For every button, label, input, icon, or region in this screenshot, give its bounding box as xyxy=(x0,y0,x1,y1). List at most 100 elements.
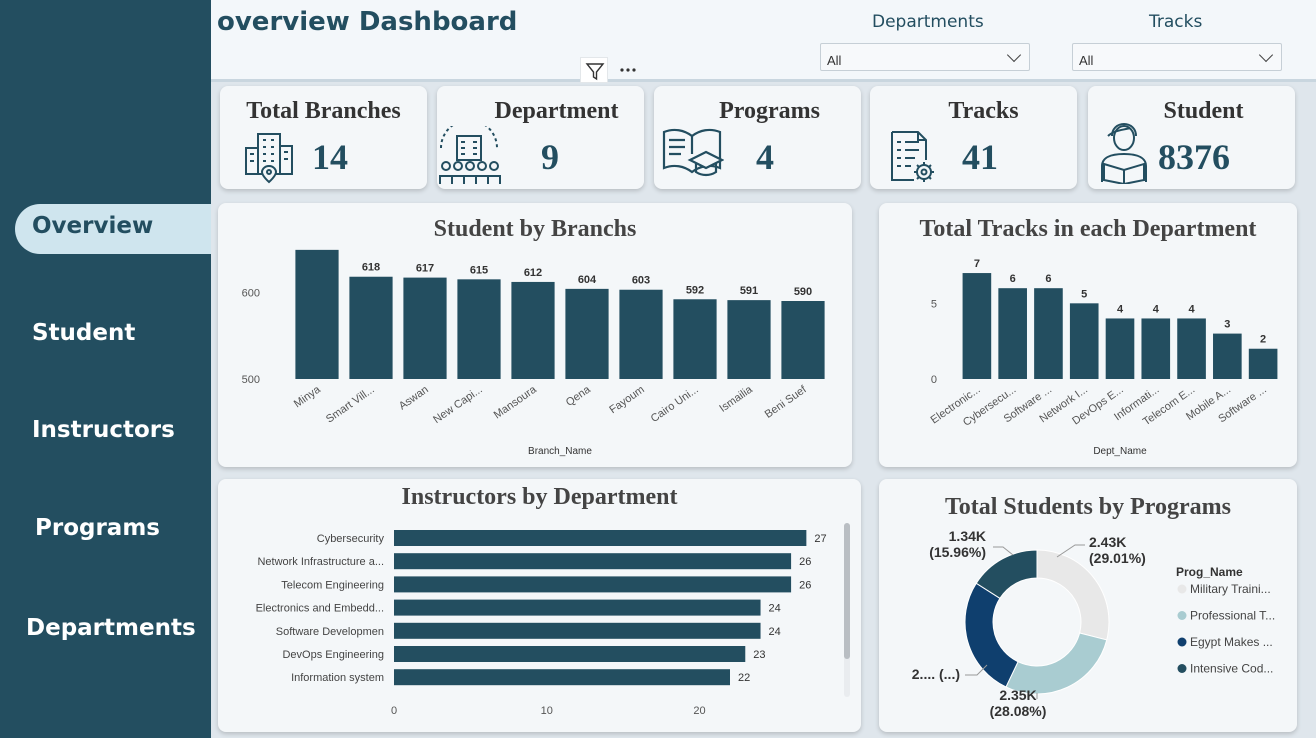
instructors-by-department-plot: 27 Cybersecurity 26 Network Infrastructure … xyxy=(256,530,827,717)
data-label: 24 xyxy=(769,603,781,615)
bar xyxy=(295,249,339,379)
data-label: 4 xyxy=(1188,303,1195,315)
kpi-value: 9 xyxy=(541,137,559,177)
bar xyxy=(511,281,555,379)
x-tick-label: Fayoum xyxy=(607,384,646,417)
bar xyxy=(1141,318,1171,379)
nav-item-departments[interactable]: Departments xyxy=(26,615,196,641)
bar xyxy=(394,669,730,686)
y-tick-label: DevOps Engineering xyxy=(282,649,384,661)
legend-marker xyxy=(1177,611,1187,620)
x-tick-label: 10 xyxy=(541,705,553,717)
chevron-down-icon xyxy=(1258,47,1274,63)
filter-icon xyxy=(585,63,605,81)
bar xyxy=(1034,288,1063,379)
bar xyxy=(394,599,761,616)
students-by-program-plot: 2.43K(29.01%) 2.35K(28.08%) 2.... (...) 1.3… xyxy=(912,528,1275,719)
bar xyxy=(962,273,992,379)
kpi-title: Total Branches xyxy=(246,98,401,124)
more-options-icon xyxy=(620,68,636,72)
tracks-slicer[interactable]: All xyxy=(1072,43,1282,71)
filter-button[interactable] xyxy=(580,57,608,83)
x-tick-label: Smart Vill... xyxy=(324,384,377,426)
tracks-slicer-label: Tracks xyxy=(1149,12,1203,32)
kpi-card-student: Student 8376 xyxy=(1088,86,1295,189)
pie-slice xyxy=(964,582,1019,688)
data-label: 24 xyxy=(769,626,781,638)
y-tick-label: Telecom Engineering xyxy=(281,579,384,591)
nav-item-label: Overview xyxy=(32,213,154,239)
data-label: 1.34K xyxy=(949,528,986,544)
bar xyxy=(403,277,447,379)
data-label: 612 xyxy=(524,267,542,279)
department-people-icon xyxy=(439,126,501,184)
legend-item: Egypt Makes ... xyxy=(1190,635,1273,649)
y-tick-label: 500 xyxy=(242,374,260,386)
y-tick-label: Information system xyxy=(291,672,384,684)
sidebar: Overview Student Instructors Programs De… xyxy=(0,0,211,738)
data-label: (29.01%) xyxy=(1089,550,1146,566)
bar xyxy=(394,576,792,593)
legend-item: Professional T... xyxy=(1190,609,1275,623)
data-label: 617 xyxy=(416,263,434,275)
data-label: 3 xyxy=(1224,319,1230,331)
bar xyxy=(457,279,501,379)
tracks-slicer-value: All xyxy=(1079,53,1094,68)
kpi-title: Programs xyxy=(719,98,820,124)
bar xyxy=(781,301,825,379)
bar xyxy=(998,288,1027,379)
scrollbar-thumb[interactable] xyxy=(844,523,850,659)
data-label: 603 xyxy=(632,275,650,287)
data-label: 5 xyxy=(1081,288,1087,300)
bar xyxy=(565,288,609,379)
x-tick-label: Minya xyxy=(292,383,324,410)
x-tick-label: Beni Suef xyxy=(763,383,810,421)
kpi-card-programs: Programs 4 xyxy=(654,86,861,189)
bar xyxy=(1177,318,1206,379)
kpi-card-department: Department 9 xyxy=(437,86,644,189)
kpi-value: 41 xyxy=(962,137,998,177)
data-label: 590 xyxy=(794,286,812,298)
data-label: 7 xyxy=(974,258,980,270)
x-tick-label: Qena xyxy=(564,383,594,409)
kpi-value: 8376 xyxy=(1158,137,1230,177)
departments-slicer[interactable]: All xyxy=(820,43,1030,71)
scrollbar-track[interactable] xyxy=(844,523,850,697)
bar xyxy=(394,530,807,546)
bar xyxy=(1069,303,1099,379)
more-options-button[interactable] xyxy=(614,57,642,83)
data-label: 618 xyxy=(362,262,380,274)
book-graduation-icon xyxy=(662,128,724,177)
bar xyxy=(1213,333,1242,379)
kpi-value: 14 xyxy=(312,137,348,177)
bar xyxy=(394,553,792,570)
data-label: 615 xyxy=(470,264,488,276)
data-label: 26 xyxy=(799,579,811,591)
bar xyxy=(619,289,663,379)
x-tick-label: 0 xyxy=(391,705,397,717)
checklist-gear-icon xyxy=(891,131,934,182)
nav-item-student[interactable]: Student xyxy=(32,320,135,346)
data-label: (15.96%) xyxy=(929,544,986,560)
bar xyxy=(1248,348,1278,379)
data-label: 2.35K xyxy=(999,687,1036,703)
student-by-branch-chart[interactable]: Student by Branchs 500 600 Minya 618 Smart V… xyxy=(218,203,852,467)
kpi-card-tracks: Tracks 41 xyxy=(870,86,1077,189)
legend-title: Prog_Name xyxy=(1176,565,1243,579)
data-label: 23 xyxy=(753,649,765,661)
data-label: 591 xyxy=(740,285,758,297)
nav-item-instructors[interactable]: Instructors xyxy=(32,417,175,443)
bar xyxy=(394,646,746,662)
tracks-by-department-plot: 057Electronic...6Cybersecu...6Software .… xyxy=(929,258,1278,457)
instructors-by-department-chart[interactable]: Instructors by Department 27 Cybersecurit… xyxy=(218,479,861,732)
nav-item-programs[interactable]: Programs xyxy=(35,515,160,541)
nav-item-overview[interactable]: Overview xyxy=(15,204,211,254)
tracks-by-department-chart[interactable]: Total Tracks in each Department 0 5 7 Elect… xyxy=(879,203,1297,467)
page-title: overview Dashboard xyxy=(217,7,518,37)
data-label: 26 xyxy=(799,556,811,568)
data-label: 27 xyxy=(814,533,826,545)
data-label: 2.... (...) xyxy=(912,666,960,682)
bar xyxy=(349,276,393,379)
y-tick-label: Cybersecurity xyxy=(317,533,385,545)
students-by-program-chart[interactable]: Total Students by Programs 2.43K (29.01%)… xyxy=(879,479,1297,732)
